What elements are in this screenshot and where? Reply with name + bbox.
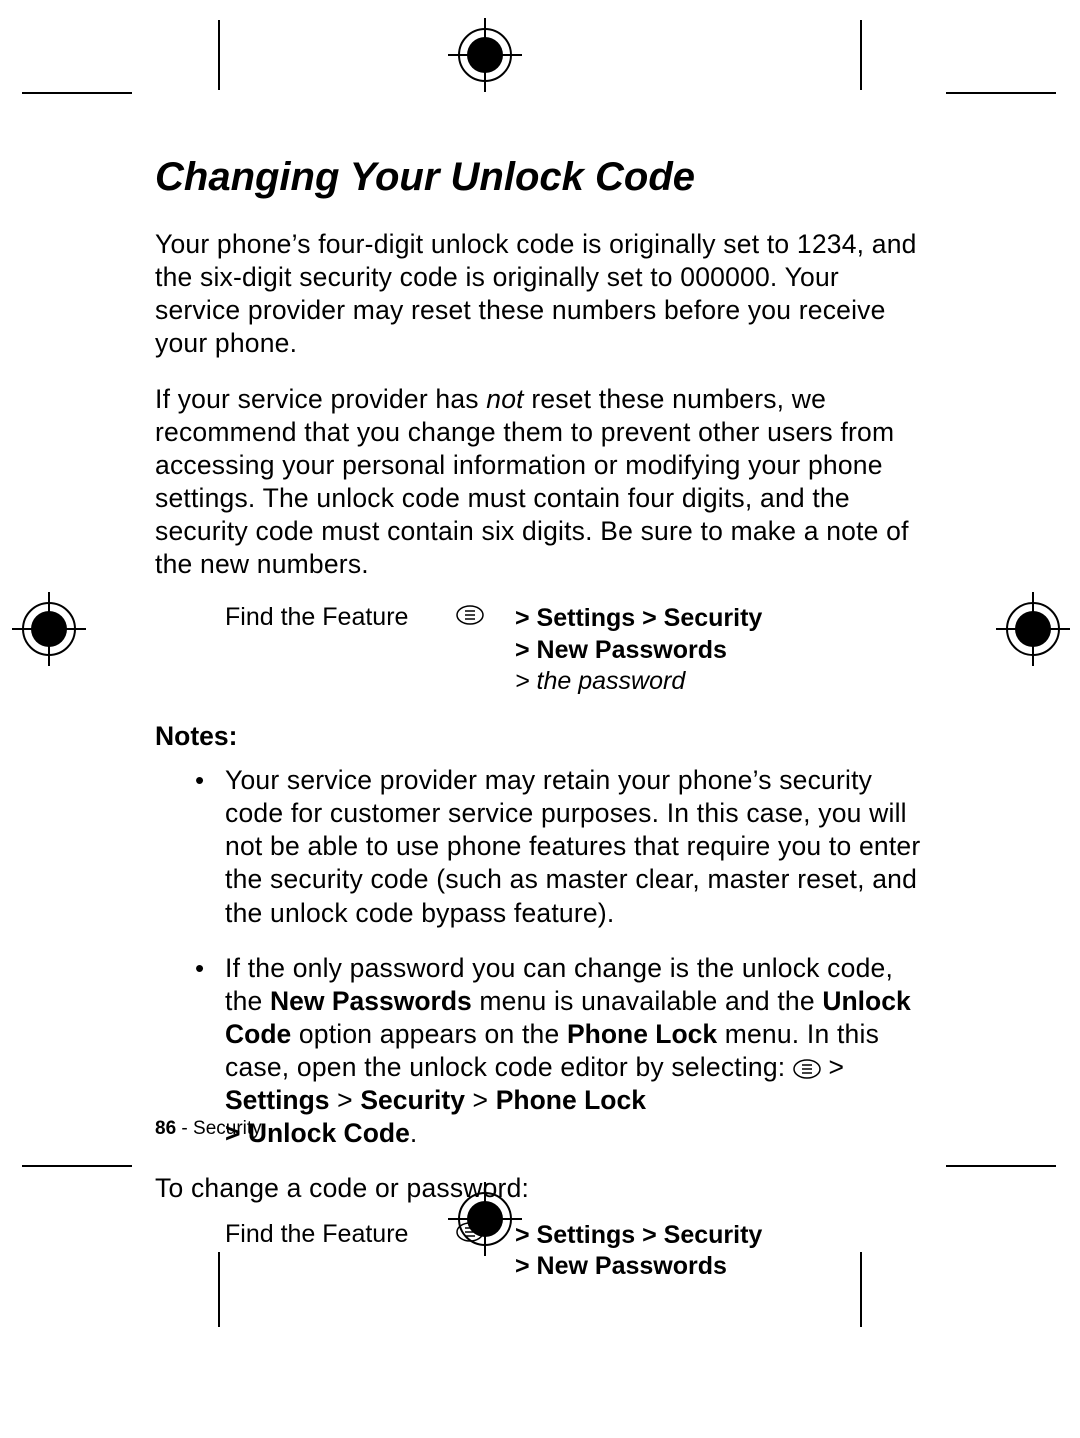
crop-line [860, 20, 862, 90]
menu-path-line: > Settings > Security [515, 603, 925, 634]
feature-label: Find the Feature [225, 1220, 455, 1283]
body-paragraph: If your service provider has not reset t… [155, 383, 925, 582]
body-paragraph: Your phone’s four-digit unlock code is o… [155, 228, 925, 361]
feature-path: > Settings > Security > New Passwords > … [485, 603, 925, 697]
body-paragraph: To change a code or password: [155, 1172, 925, 1205]
emphasis-text: not [486, 384, 523, 414]
crop-line [218, 20, 220, 90]
find-the-feature-block: Find the Feature > Settings > Security >… [225, 1220, 925, 1283]
menu-path-line: > the password [515, 666, 925, 697]
menu-path-line: > New Passwords [515, 1251, 925, 1282]
text-run: . [410, 1118, 418, 1148]
notes-list: Your service provider may retain your ph… [155, 764, 925, 1150]
menu-term: New Passwords [270, 986, 472, 1016]
menu-term: Security [360, 1085, 465, 1115]
content-area: Changing Your Unlock Code Your phone’s f… [155, 155, 925, 1306]
menu-key-icon [793, 1052, 821, 1082]
menu-key-icon [455, 603, 485, 697]
menu-term: Unlock Code [248, 1118, 410, 1148]
document-page: Changing Your Unlock Code Your phone’s f… [0, 0, 1080, 1438]
crop-line [946, 1165, 1056, 1167]
text-run: If your service provider has [155, 384, 486, 414]
page-footer: 86 - Security [155, 1118, 262, 1140]
text-run: > [821, 1052, 844, 1082]
feature-label: Find the Feature [225, 603, 455, 697]
registration-mark-icon [12, 592, 86, 671]
find-the-feature-block: Find the Feature > Settings > Security >… [225, 603, 925, 697]
page-number: 86 [155, 1118, 176, 1139]
menu-term: Settings [225, 1085, 330, 1115]
crop-line [22, 1165, 132, 1167]
menu-term: Phone Lock [496, 1085, 646, 1115]
menu-key-icon [455, 1220, 485, 1283]
list-item: Your service provider may retain your ph… [225, 764, 925, 930]
crop-line [946, 92, 1056, 94]
menu-term: Phone Lock [567, 1019, 717, 1049]
text-run: option appears on the [291, 1019, 567, 1049]
menu-path-line: > New Passwords [515, 635, 925, 666]
crop-line [22, 92, 132, 94]
registration-mark-icon [996, 592, 1070, 671]
footer-section: Security [193, 1118, 262, 1139]
list-item: If the only password you can change is t… [225, 952, 925, 1151]
text-run: > [330, 1085, 361, 1115]
page-title: Changing Your Unlock Code [155, 155, 925, 200]
text-run: > [465, 1085, 496, 1115]
text-run: menu is unavailable and the [472, 986, 823, 1016]
footer-separator: - [176, 1118, 193, 1139]
menu-path-line: > Settings > Security [515, 1220, 925, 1251]
notes-heading: Notes: [155, 721, 925, 752]
feature-path: > Settings > Security > New Passwords [485, 1220, 925, 1283]
registration-mark-icon [448, 18, 522, 97]
